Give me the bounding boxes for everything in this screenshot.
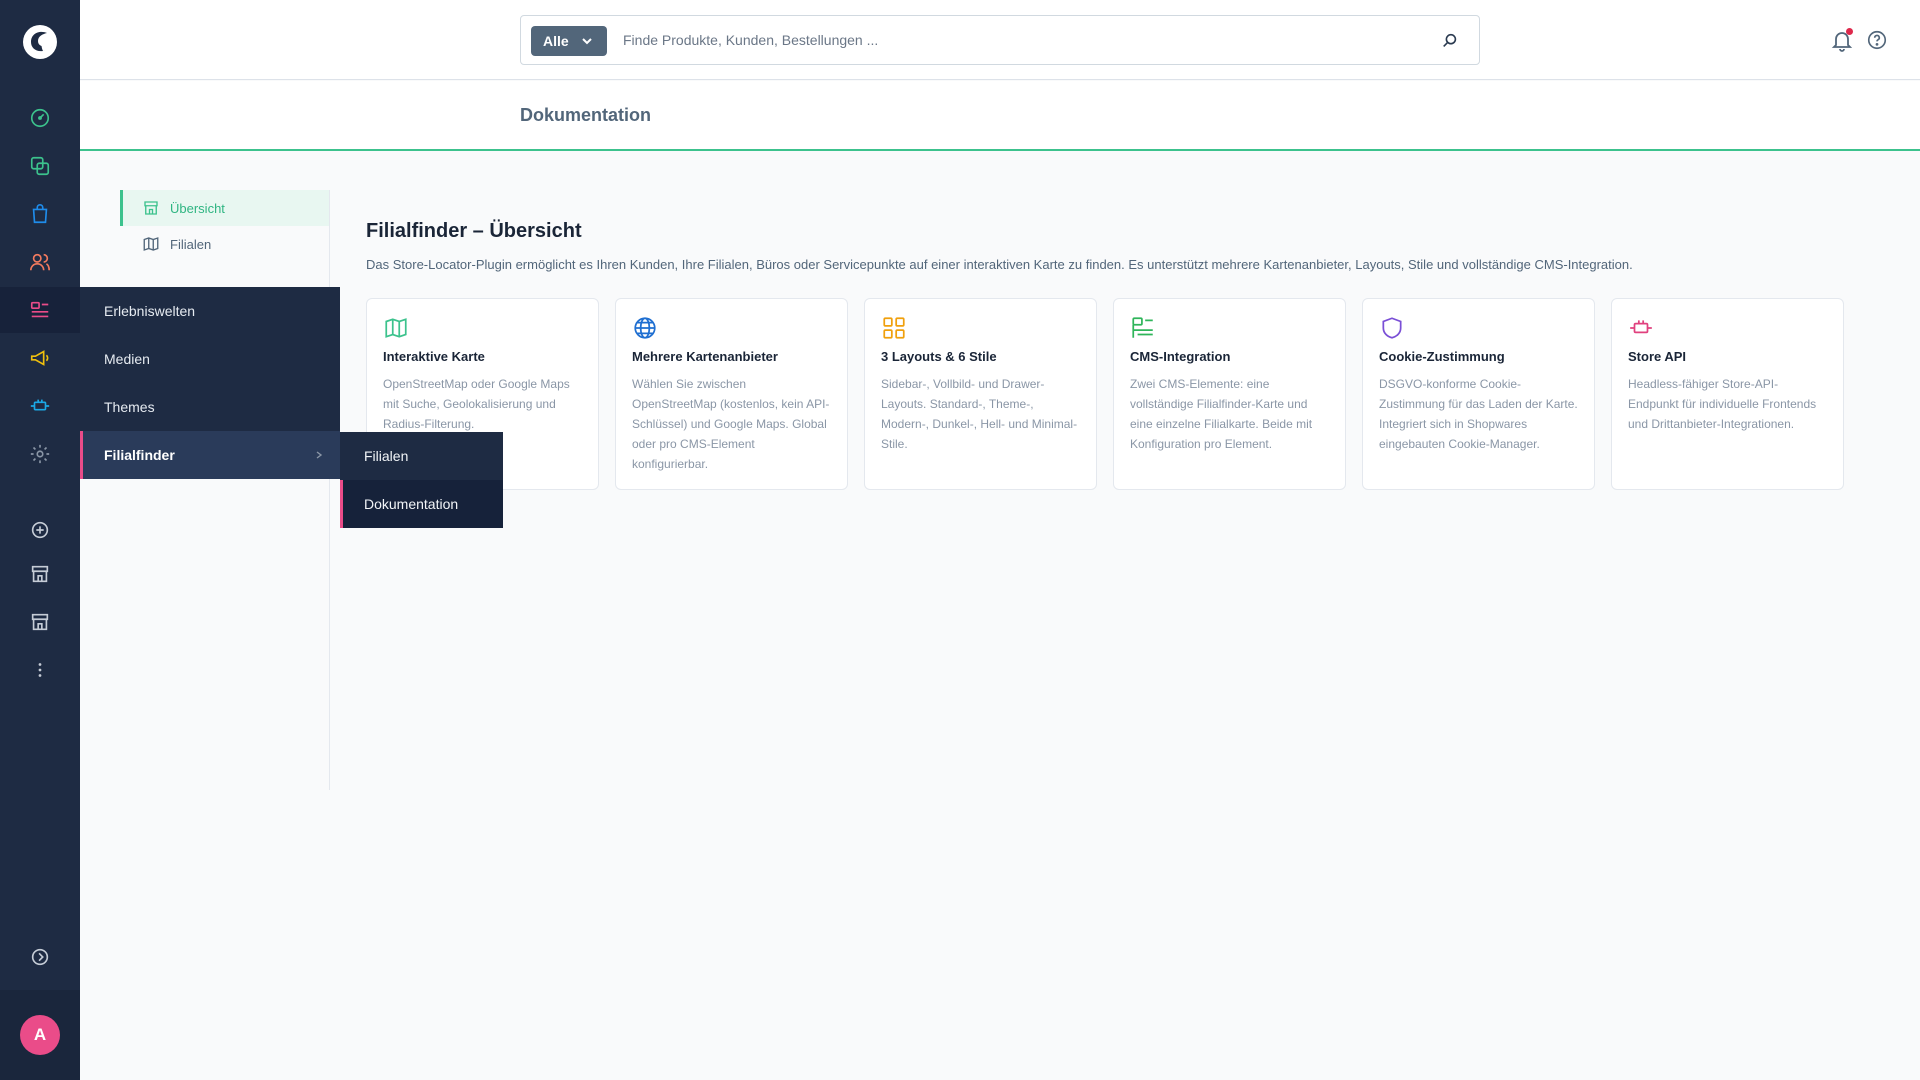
plug-icon [1630,320,1652,334]
flyout-item-themes[interactable]: Themes [80,383,340,431]
store-icon [144,201,158,215]
page-title: Dokumentation [520,105,652,125]
search-type-select[interactable]: Alle [531,26,607,56]
feature-card-title: Mehrere Kartenanbieter [632,349,778,364]
notification-badge [1846,28,1853,35]
main-content: Filialfinder – Übersicht Das Store-Locat… [366,220,1866,490]
top-bar: Alle Finde Produkte, Kunden, Bestellunge… [80,0,1920,80]
add-sales-channel-icon[interactable] [28,518,52,542]
headless-storefront-icon[interactable] [28,610,52,634]
collapse-menu-icon[interactable] [28,945,52,969]
user-avatar[interactable]: A [20,1015,60,1055]
marketing-icon[interactable] [28,346,52,370]
notifications-button[interactable] [1830,28,1854,52]
feature-card-title: CMS-Integration [1130,349,1231,364]
feature-card-title: Store API [1628,349,1687,364]
submenu-item-stores[interactable]: Filialen [340,432,503,480]
feature-cards: Interaktive Karte OpenStreetMap oder Goo… [366,298,1844,490]
feature-card-text: Zwei CMS-Elemente: eine vollständige Fil… [1130,377,1313,451]
globe-icon [634,317,656,339]
map-icon [143,237,159,251]
page-header: Dokumentation [80,81,1920,151]
shield-icon [1382,317,1402,339]
subnav-item-overview[interactable]: Übersicht [120,190,329,226]
help-button[interactable] [1866,29,1888,51]
orders-icon[interactable] [28,202,52,226]
feature-card-title: Cookie-Zustimmung [1379,349,1505,364]
feature-card-store-api: Store API Headless-fähiger Store-API-End… [1611,298,1844,490]
catalog-icon[interactable] [28,154,52,178]
feature-card-text: DSGVO-konforme Cookie-Zustimmung für das… [1379,377,1578,451]
feature-card-title: 3 Layouts & 6 Stile [881,349,997,364]
overview-description: Das Store-Locator-Plugin ermöglicht es I… [366,257,1633,272]
subnav-item-label: Übersicht [170,200,225,216]
feature-card-layouts-styles: 3 Layouts & 6 Stile Sidebar-, Vollbild- … [864,298,1097,490]
more-icon[interactable] [28,658,52,682]
main-navigation-rail: A [0,0,80,1080]
global-search: Alle Finde Produkte, Kunden, Bestellunge… [520,15,1480,65]
content-icon[interactable] [0,287,80,333]
feature-card-map-providers: Mehrere Kartenanbieter Wählen Sie zwisch… [615,298,848,490]
map-icon [385,318,407,338]
overview-title: Filialfinder – Übersicht [366,220,582,242]
storefront-icon[interactable] [28,562,52,586]
feature-card-text: Sidebar-, Vollbild- und Drawer-Layouts. … [881,377,1078,451]
feature-card-text: Wählen Sie zwischen OpenStreetMap (koste… [632,377,830,471]
module-sub-navigation: Übersicht Filialen [120,190,330,790]
feature-card-text: OpenStreetMap oder Google Maps mit Suche… [383,377,570,431]
flyout-item-shopping-experiences[interactable]: Erlebniswelten [80,287,340,335]
feature-card-text: Headless-fähiger Store-API-Endpunkt für … [1628,377,1817,431]
chevron-down-icon [581,38,592,45]
dashboard-icon[interactable] [28,106,52,130]
store-locator-submenu: Filialen Dokumentation [340,432,503,528]
feature-card-cms-integration: CMS-Integration Zwei CMS-Elemente: eine … [1113,298,1346,490]
search-input[interactable]: Finde Produkte, Kunden, Bestellungen ... [623,32,878,48]
flyout-item-media[interactable]: Medien [80,335,340,383]
flyout-item-label: Filialfinder [104,447,175,463]
shopware-logo[interactable] [20,22,60,62]
search-icon[interactable] [1441,32,1459,50]
settings-icon[interactable] [28,442,52,466]
layout-icon [1132,317,1153,338]
chevron-right-icon [316,451,323,459]
feature-card-title: Interaktive Karte [383,349,485,364]
extensions-icon[interactable] [28,394,52,418]
search-type-label: Alle [543,33,569,49]
content-flyout-menu: Erlebniswelten Medien Themes Filialfinde… [80,287,340,479]
feature-card-cookie-consent: Cookie-Zustimmung DSGVO-konforme Cookie-… [1362,298,1595,490]
subnav-item-stores[interactable]: Filialen [120,226,329,262]
flyout-item-store-locator[interactable]: Filialfinder [80,431,340,479]
question-icon [1867,30,1887,50]
subnav-item-label: Filialen [170,236,212,252]
customers-icon[interactable] [28,250,52,274]
grid-icon [883,317,905,339]
submenu-item-documentation[interactable]: Dokumentation [340,480,503,528]
